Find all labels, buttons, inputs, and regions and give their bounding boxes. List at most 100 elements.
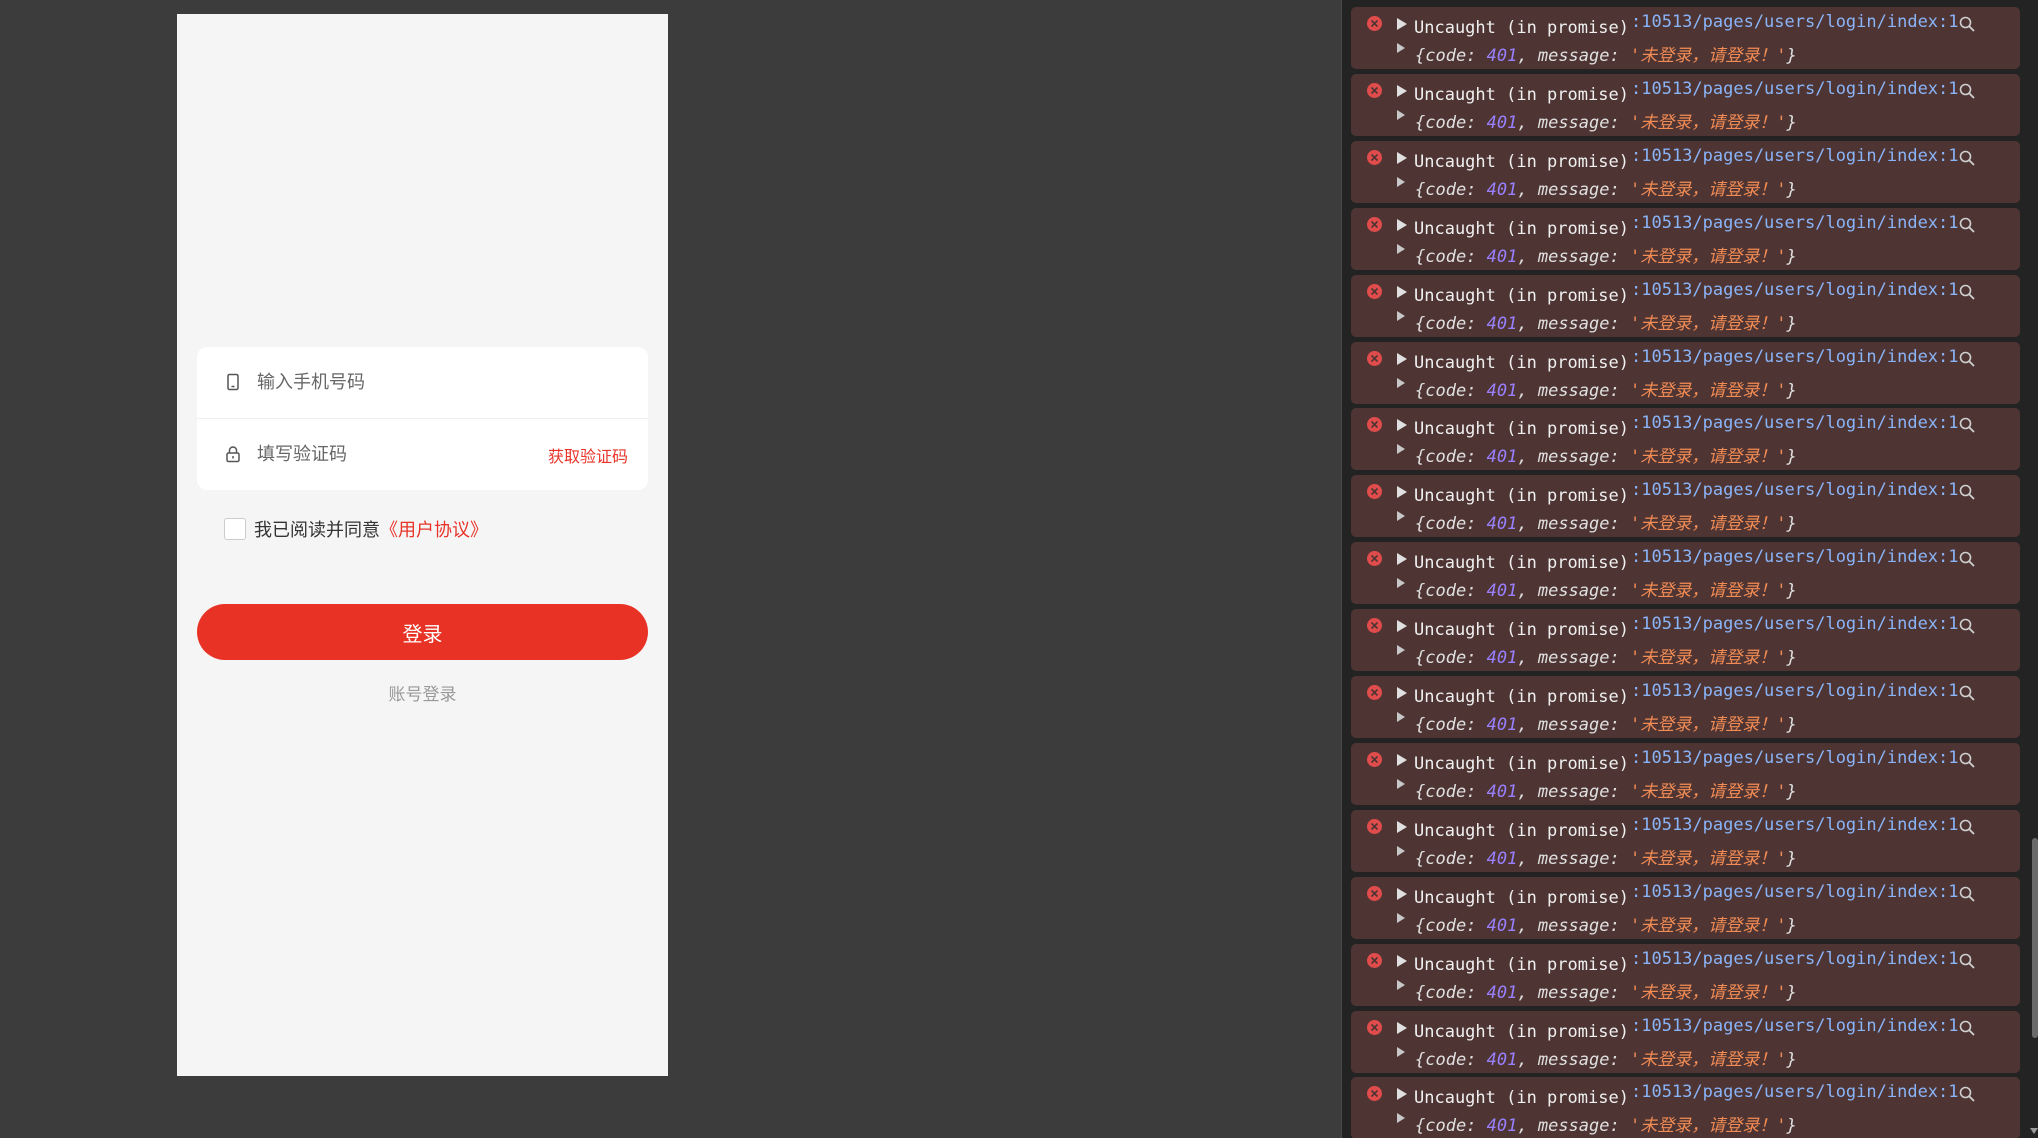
console-error-entry[interactable]: Uncaught (in promise):10513/pages/users/… <box>1351 676 2020 738</box>
error-source-link[interactable]: :10513/pages/users/login/index:1 <box>1631 1016 1959 1036</box>
expand-triangle-icon[interactable] <box>1397 85 1407 97</box>
console-error-entry[interactable]: Uncaught (in promise):10513/pages/users/… <box>1351 743 2020 805</box>
error-source-link[interactable]: :10513/pages/users/login/index:1 <box>1631 748 1959 768</box>
error-object[interactable]: {code: 401, message: '未登录，请登录！'} <box>1415 242 1797 267</box>
error-source-link[interactable]: :10513/pages/users/login/index:1 <box>1631 213 1959 233</box>
expand-triangle-icon[interactable] <box>1397 687 1407 699</box>
user-agreement-link[interactable]: 《用户协议》 <box>380 516 488 542</box>
magnifier-icon[interactable] <box>1958 885 1976 903</box>
error-source-link[interactable]: :10513/pages/users/login/index:1 <box>1631 146 1959 166</box>
expand-object-triangle-icon[interactable] <box>1397 846 1405 856</box>
error-source-link[interactable]: :10513/pages/users/login/index:1 <box>1631 1082 1959 1102</box>
error-source-link[interactable]: :10513/pages/users/login/index:1 <box>1631 347 1959 367</box>
expand-triangle-icon[interactable] <box>1397 620 1407 632</box>
console-error-entry[interactable]: Uncaught (in promise):10513/pages/users/… <box>1351 810 2020 872</box>
error-object[interactable]: {code: 401, message: '未登录，请登录！'} <box>1415 1045 1797 1070</box>
magnifier-icon[interactable] <box>1958 684 1976 702</box>
expand-triangle-icon[interactable] <box>1397 754 1407 766</box>
expand-object-triangle-icon[interactable] <box>1397 1113 1405 1123</box>
error-source-link[interactable]: :10513/pages/users/login/index:1 <box>1631 79 1959 99</box>
expand-object-triangle-icon[interactable] <box>1397 43 1405 53</box>
console-error-entry[interactable]: Uncaught (in promise):10513/pages/users/… <box>1351 408 2020 470</box>
expand-triangle-icon[interactable] <box>1397 219 1407 231</box>
magnifier-icon[interactable] <box>1958 350 1976 368</box>
error-source-link[interactable]: :10513/pages/users/login/index:1 <box>1631 882 1959 902</box>
error-object[interactable]: {code: 401, message: '未登录，请登录！'} <box>1415 1111 1797 1136</box>
error-source-link[interactable]: :10513/pages/users/login/index:1 <box>1631 949 1959 969</box>
expand-triangle-icon[interactable] <box>1397 419 1407 431</box>
console-error-entry[interactable]: Uncaught (in promise):10513/pages/users/… <box>1351 74 2020 136</box>
expand-object-triangle-icon[interactable] <box>1397 980 1405 990</box>
expand-object-triangle-icon[interactable] <box>1397 444 1405 454</box>
error-source-link[interactable]: :10513/pages/users/login/index:1 <box>1631 614 1959 634</box>
login-button[interactable]: 登录 <box>197 604 648 660</box>
console-error-entry[interactable]: Uncaught (in promise):10513/pages/users/… <box>1351 944 2020 1006</box>
magnifier-icon[interactable] <box>1958 149 1976 167</box>
error-object[interactable]: {code: 401, message: '未登录，请登录！'} <box>1415 643 1797 668</box>
magnifier-icon[interactable] <box>1958 550 1976 568</box>
magnifier-icon[interactable] <box>1958 15 1976 33</box>
expand-object-triangle-icon[interactable] <box>1397 645 1405 655</box>
console-error-entry[interactable]: Uncaught (in promise):10513/pages/users/… <box>1351 877 2020 939</box>
scroll-down-arrow-icon[interactable] <box>2030 1128 2038 1134</box>
error-object[interactable]: {code: 401, message: '未登录，请登录！'} <box>1415 509 1797 534</box>
error-object[interactable]: {code: 401, message: '未登录，请登录！'} <box>1415 309 1797 334</box>
expand-triangle-icon[interactable] <box>1397 888 1407 900</box>
error-source-link[interactable]: :10513/pages/users/login/index:1 <box>1631 815 1959 835</box>
code-input[interactable] <box>257 439 517 469</box>
console-error-entry[interactable]: Uncaught (in promise):10513/pages/users/… <box>1351 475 2020 537</box>
error-source-link[interactable]: :10513/pages/users/login/index:1 <box>1631 681 1959 701</box>
magnifier-icon[interactable] <box>1958 416 1976 434</box>
error-object[interactable]: {code: 401, message: '未登录，请登录！'} <box>1415 41 1797 66</box>
get-code-button[interactable]: 获取验证码 <box>548 443 628 467</box>
magnifier-icon[interactable] <box>1958 952 1976 970</box>
expand-object-triangle-icon[interactable] <box>1397 913 1405 923</box>
error-object[interactable]: {code: 401, message: '未登录，请登录！'} <box>1415 175 1797 200</box>
error-object[interactable]: {code: 401, message: '未登录，请登录！'} <box>1415 710 1797 735</box>
magnifier-icon[interactable] <box>1958 751 1976 769</box>
console-error-entry[interactable]: Uncaught (in promise):10513/pages/users/… <box>1351 7 2020 69</box>
error-object[interactable]: {code: 401, message: '未登录，请登录！'} <box>1415 844 1797 869</box>
expand-object-triangle-icon[interactable] <box>1397 779 1405 789</box>
expand-object-triangle-icon[interactable] <box>1397 1047 1405 1057</box>
magnifier-icon[interactable] <box>1958 283 1976 301</box>
magnifier-icon[interactable] <box>1958 818 1976 836</box>
error-object[interactable]: {code: 401, message: '未登录，请登录！'} <box>1415 978 1797 1003</box>
expand-triangle-icon[interactable] <box>1397 286 1407 298</box>
error-object[interactable]: {code: 401, message: '未登录，请登录！'} <box>1415 108 1797 133</box>
error-source-link[interactable]: :10513/pages/users/login/index:1 <box>1631 413 1959 433</box>
expand-object-triangle-icon[interactable] <box>1397 712 1405 722</box>
error-source-link[interactable]: :10513/pages/users/login/index:1 <box>1631 280 1959 300</box>
console-error-entry[interactable]: Uncaught (in promise):10513/pages/users/… <box>1351 141 2020 203</box>
expand-triangle-icon[interactable] <box>1397 353 1407 365</box>
expand-object-triangle-icon[interactable] <box>1397 378 1405 388</box>
account-login-link[interactable]: 账号登录 <box>177 680 668 705</box>
console-error-entry[interactable]: Uncaught (in promise):10513/pages/users/… <box>1351 1011 2020 1073</box>
error-object[interactable]: {code: 401, message: '未登录，请登录！'} <box>1415 911 1797 936</box>
console-error-entry[interactable]: Uncaught (in promise):10513/pages/users/… <box>1351 609 2020 671</box>
magnifier-icon[interactable] <box>1958 1085 1976 1103</box>
expand-object-triangle-icon[interactable] <box>1397 311 1405 321</box>
console-error-entry[interactable]: Uncaught (in promise):10513/pages/users/… <box>1351 208 2020 270</box>
expand-object-triangle-icon[interactable] <box>1397 244 1405 254</box>
expand-triangle-icon[interactable] <box>1397 18 1407 30</box>
magnifier-icon[interactable] <box>1958 617 1976 635</box>
expand-triangle-icon[interactable] <box>1397 1022 1407 1034</box>
error-source-link[interactable]: :10513/pages/users/login/index:1 <box>1631 12 1959 32</box>
expand-triangle-icon[interactable] <box>1397 152 1407 164</box>
magnifier-icon[interactable] <box>1958 483 1976 501</box>
expand-triangle-icon[interactable] <box>1397 553 1407 565</box>
expand-triangle-icon[interactable] <box>1397 1088 1407 1100</box>
error-object[interactable]: {code: 401, message: '未登录，请登录！'} <box>1415 777 1797 802</box>
error-object[interactable]: {code: 401, message: '未登录，请登录！'} <box>1415 576 1797 601</box>
magnifier-icon[interactable] <box>1958 82 1976 100</box>
error-source-link[interactable]: :10513/pages/users/login/index:1 <box>1631 480 1959 500</box>
expand-triangle-icon[interactable] <box>1397 486 1407 498</box>
console-error-entry[interactable]: Uncaught (in promise):10513/pages/users/… <box>1351 342 2020 404</box>
expand-object-triangle-icon[interactable] <box>1397 578 1405 588</box>
magnifier-icon[interactable] <box>1958 216 1976 234</box>
expand-triangle-icon[interactable] <box>1397 821 1407 833</box>
agreement-checkbox[interactable] <box>224 518 246 540</box>
expand-triangle-icon[interactable] <box>1397 955 1407 967</box>
console-error-entry[interactable]: Uncaught (in promise):10513/pages/users/… <box>1351 542 2020 604</box>
